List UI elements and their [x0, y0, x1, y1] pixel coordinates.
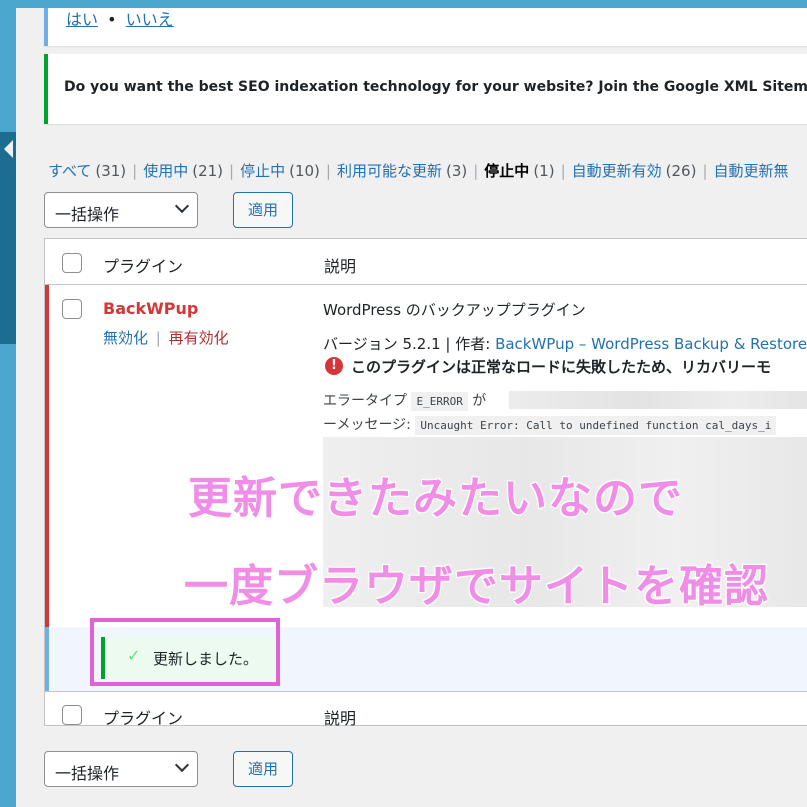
- filter-separator: |: [560, 162, 566, 180]
- filter-link[interactable]: 自動更新無: [714, 162, 789, 180]
- overlay-caption-line1: 更新できたみたいなので: [188, 473, 683, 524]
- filter-count: (10): [289, 162, 320, 180]
- column-footer-description: 説明: [324, 709, 357, 728]
- filter-separator: |: [325, 162, 331, 180]
- select-all-checkbox[interactable]: [62, 253, 82, 273]
- filter-link[interactable]: 停止中: [484, 162, 529, 180]
- author-link[interactable]: BackWPup – WordPress Backup & Restore P: [495, 335, 807, 353]
- filter-separator: |: [229, 162, 235, 180]
- notice-no-link[interactable]: いいえ: [126, 10, 174, 29]
- seo-notice-text: Do you want the best SEO indexation tech…: [64, 79, 807, 95]
- chevron-down-icon: [174, 198, 190, 214]
- error-type-value: E_ERROR: [411, 392, 468, 411]
- column-header-plugin[interactable]: プラグイン: [103, 253, 183, 277]
- error-icon: !: [325, 357, 343, 375]
- reactivate-link[interactable]: 再有効化: [169, 329, 229, 347]
- row-actions: 無効化 | 再有効化: [103, 327, 229, 348]
- overlay-caption-line2: 一度ブラウザでサイトを確認: [184, 561, 769, 612]
- error-type-label: エラータイプ: [323, 393, 407, 409]
- footer-divider: [45, 691, 807, 692]
- chevron-down-icon: [174, 757, 190, 773]
- deactivate-link[interactable]: 無効化: [103, 329, 148, 347]
- filter-count: (26): [665, 162, 697, 180]
- plugin-checkbox[interactable]: [62, 299, 82, 319]
- error-message: このプラグインは正常なロードに失敗したため、リカバリーモ: [351, 358, 772, 376]
- select-all-checkbox-footer[interactable]: [62, 705, 82, 725]
- error-type-suffix: が: [472, 393, 487, 409]
- column-header-description: 説明: [324, 257, 357, 276]
- filter-separator: |: [132, 162, 138, 180]
- admin-sidebar-edge: [0, 132, 16, 344]
- seo-promo-notice: Do you want the best SEO indexation tech…: [44, 54, 807, 124]
- filter-link[interactable]: 利用可能な更新: [337, 162, 442, 180]
- filter-count: (3): [445, 162, 468, 180]
- bulk-actions-select-top[interactable]: 一括操作: [44, 192, 198, 228]
- highlight-box: [90, 618, 280, 686]
- plugin-name: BackWPup: [103, 299, 199, 318]
- error-msg-label: ーメッセージ:: [323, 417, 411, 433]
- error-msg-value: Uncaught Error: Call to undefined functi…: [415, 416, 777, 435]
- error-message-row: ーメッセージ: Uncaught Error: Call to undefine…: [323, 414, 777, 435]
- filter-count: (1): [533, 162, 555, 180]
- filter-link[interactable]: 停止中: [240, 162, 285, 180]
- filter-count: (21): [192, 162, 224, 180]
- filter-separator: |: [702, 162, 708, 180]
- blurred-region: [509, 391, 807, 409]
- bulk-actions-value: 一括操作: [55, 205, 120, 224]
- apply-button-top[interactable]: 適用: [233, 192, 293, 228]
- filter-count: (31): [95, 162, 127, 180]
- error-type-row: エラータイプ E_ERROR が: [323, 390, 487, 411]
- filter-separator: |: [473, 162, 479, 180]
- notice-yes-link[interactable]: はい: [66, 10, 98, 29]
- menu-pointer-icon: [4, 140, 13, 158]
- plugins-page: はい • いいえ Do you want the best SEO indexa…: [16, 8, 807, 807]
- filter-link[interactable]: 使用中: [143, 162, 188, 180]
- admin-notice-question: はい • いいえ: [44, 8, 807, 46]
- plugin-version-line: バージョン 5.2.1 | 作者: BackWPup – WordPress B…: [323, 333, 807, 354]
- notice-bullet: •: [107, 10, 117, 29]
- bulk-actions-select-bottom[interactable]: 一括操作: [44, 751, 198, 787]
- plugin-status-filters: すべて (31) | 使用中 (21) | 停止中 (10) | 利用可能な更新 (3) | 停止中 (1…: [48, 160, 789, 181]
- filter-link[interactable]: 自動更新有効: [572, 162, 662, 180]
- version-text: バージョン 5.2.1 | 作者:: [323, 335, 496, 353]
- apply-button-bottom[interactable]: 適用: [233, 751, 293, 787]
- plugin-description: WordPress のバックアッププラグイン: [323, 301, 586, 319]
- column-footer-plugin[interactable]: プラグイン: [103, 705, 183, 729]
- action-separator: |: [155, 329, 161, 347]
- filter-link[interactable]: すべて: [48, 162, 91, 180]
- bulk-actions-value: 一括操作: [55, 764, 120, 783]
